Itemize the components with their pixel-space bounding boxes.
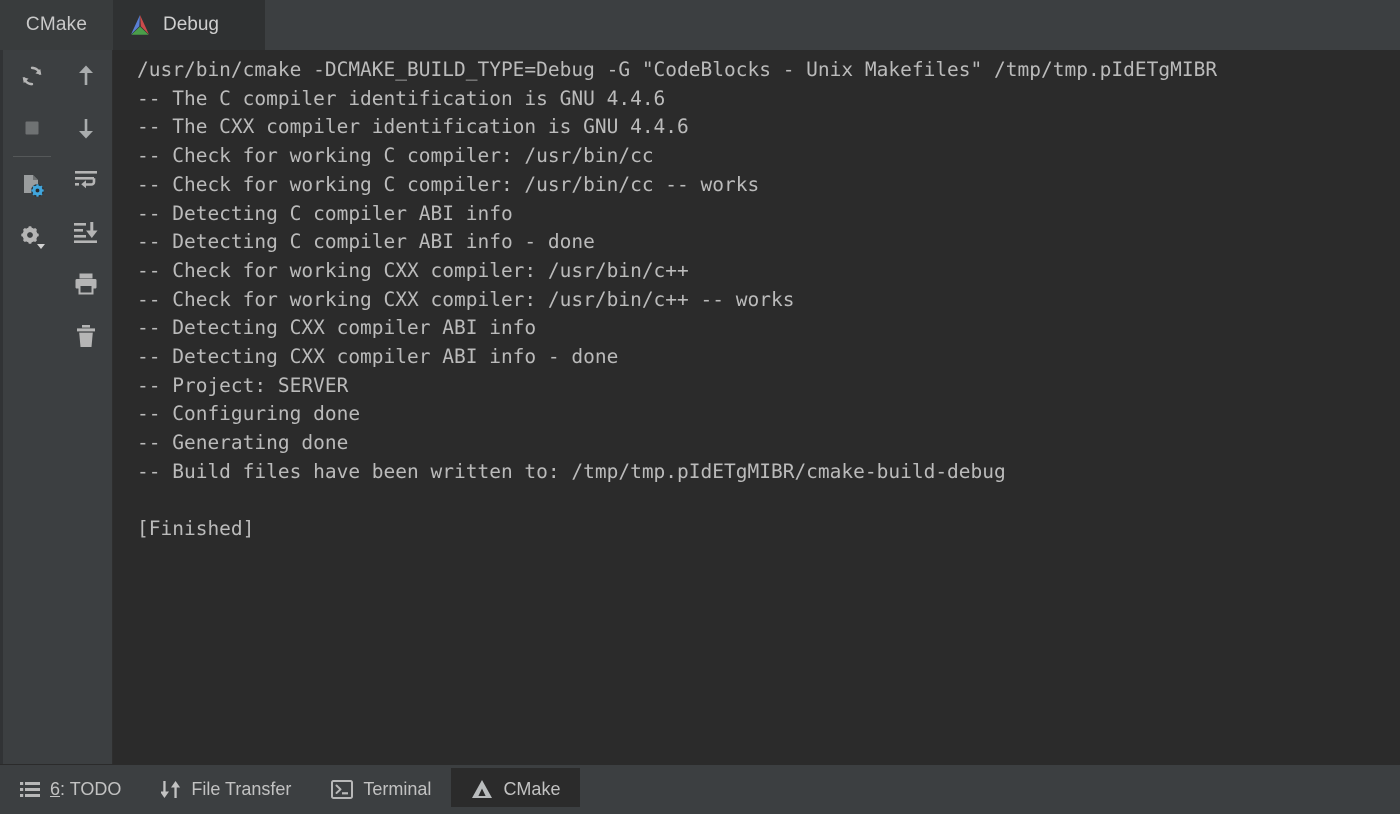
panel-title-label: CMake	[25, 14, 88, 35]
file-transfer-label: File Transfer	[191, 778, 292, 799]
sidebar-item-todo[interactable]: 6: TODO	[0, 768, 141, 810]
cmake-settings-file-button[interactable]	[4, 159, 60, 211]
arrow-down-icon	[79, 119, 93, 139]
printer-icon	[75, 273, 97, 295]
soft-wrap-icon	[75, 171, 97, 189]
todo-count-number: 6	[50, 778, 61, 799]
cmake-triangle-icon	[472, 780, 493, 798]
tab-debug[interactable]: Debug	[113, 0, 265, 50]
console-text: /usr/bin/cmake -DCMAKE_BUILD_TYPE=Debug …	[137, 58, 1218, 541]
cmake-label: CMake	[503, 778, 561, 799]
transfer-arrows-icon	[161, 780, 181, 798]
toolbar-column-left	[4, 50, 60, 263]
sidebar-item-terminal[interactable]: Terminal	[311, 768, 451, 810]
gear-dropdown-icon	[21, 226, 45, 249]
previous-occurrence-button[interactable]	[58, 50, 114, 102]
terminal-label: Terminal	[363, 778, 432, 799]
rerun-icon	[22, 66, 42, 86]
stop-button[interactable]	[4, 102, 60, 154]
soft-wrap-button[interactable]	[58, 154, 114, 206]
print-button[interactable]	[58, 258, 114, 310]
console-toolbar	[0, 50, 113, 764]
sidebar-item-cmake[interactable]: CMake	[451, 768, 581, 810]
list-icon	[20, 781, 40, 797]
stop-square-icon	[25, 121, 39, 135]
sidebar-item-file-transfer[interactable]: File Transfer	[141, 768, 311, 810]
statusbar-bottom-strip	[0, 807, 1400, 814]
settings-button[interactable]	[4, 211, 60, 263]
rerun-cmake-button[interactable]	[4, 50, 60, 102]
cmake-console-output[interactable]: /usr/bin/cmake -DCMAKE_BUILD_TYPE=Debug …	[113, 50, 1400, 764]
todo-count: 6: TODO	[50, 779, 121, 800]
clear-all-button[interactable]	[58, 310, 114, 362]
tool-window-header: CMake Debug	[0, 0, 1400, 50]
next-occurrence-button[interactable]	[58, 102, 114, 154]
arrow-up-icon	[79, 65, 93, 85]
tool-window-title: CMake	[0, 0, 113, 50]
terminal-icon	[331, 779, 354, 799]
cmake-tool-window: CMake Debug /usr/bin/cmake -DCMAKE_BUILD…	[0, 0, 1400, 814]
cmake-logo-icon	[131, 15, 149, 35]
trash-icon	[77, 324, 95, 347]
scroll-to-end-button[interactable]	[58, 206, 114, 258]
file-gear-icon	[24, 175, 44, 197]
todo-label: : TODO	[60, 778, 122, 799]
toolbar-separator	[13, 156, 51, 157]
scroll-to-end-icon	[74, 222, 98, 243]
tab-debug-label: Debug	[163, 14, 219, 35]
toolbar-column-right	[58, 50, 114, 362]
